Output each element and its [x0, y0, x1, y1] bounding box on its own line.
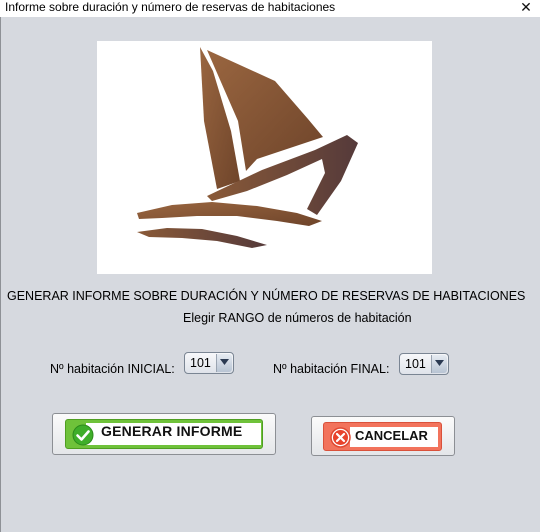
sailboat-icon — [137, 47, 358, 248]
window-edge — [0, 17, 1, 532]
initial-room-value: 101 — [190, 356, 211, 370]
initial-room-label: Nº habitación INICIAL: — [50, 362, 175, 376]
cancel-button[interactable]: CANCELAR — [311, 416, 455, 456]
generate-report-button[interactable]: GENERAR INFORME — [52, 413, 276, 455]
cancel-button-label: CANCELAR — [355, 428, 428, 443]
report-heading: GENERAR INFORME SOBRE DURACIÓN Y NÚMERO … — [7, 289, 526, 303]
sailboat-logo — [97, 41, 432, 274]
final-room-select[interactable]: 101 — [399, 353, 449, 375]
initial-room-select[interactable]: 101 — [184, 352, 234, 374]
final-room-value: 101 — [405, 357, 426, 371]
generate-button-label: GENERAR INFORME — [101, 423, 243, 439]
close-button[interactable]: ✕ — [512, 0, 540, 16]
final-room-label: Nº habitación FINAL: — [273, 362, 390, 376]
range-instruction: Elegir RANGO de números de habitación — [183, 311, 412, 325]
x-circle-icon — [330, 427, 351, 448]
generate-button-face: GENERAR INFORME — [65, 419, 263, 449]
check-circle-icon — [72, 424, 94, 446]
cancel-button-face: CANCELAR — [323, 422, 442, 451]
chevron-down-icon[interactable] — [216, 354, 232, 372]
window-title: Informe sobre duración y número de reser… — [5, 0, 336, 14]
title-bar: Informe sobre duración y número de reser… — [0, 0, 540, 17]
chevron-down-icon[interactable] — [431, 355, 447, 373]
